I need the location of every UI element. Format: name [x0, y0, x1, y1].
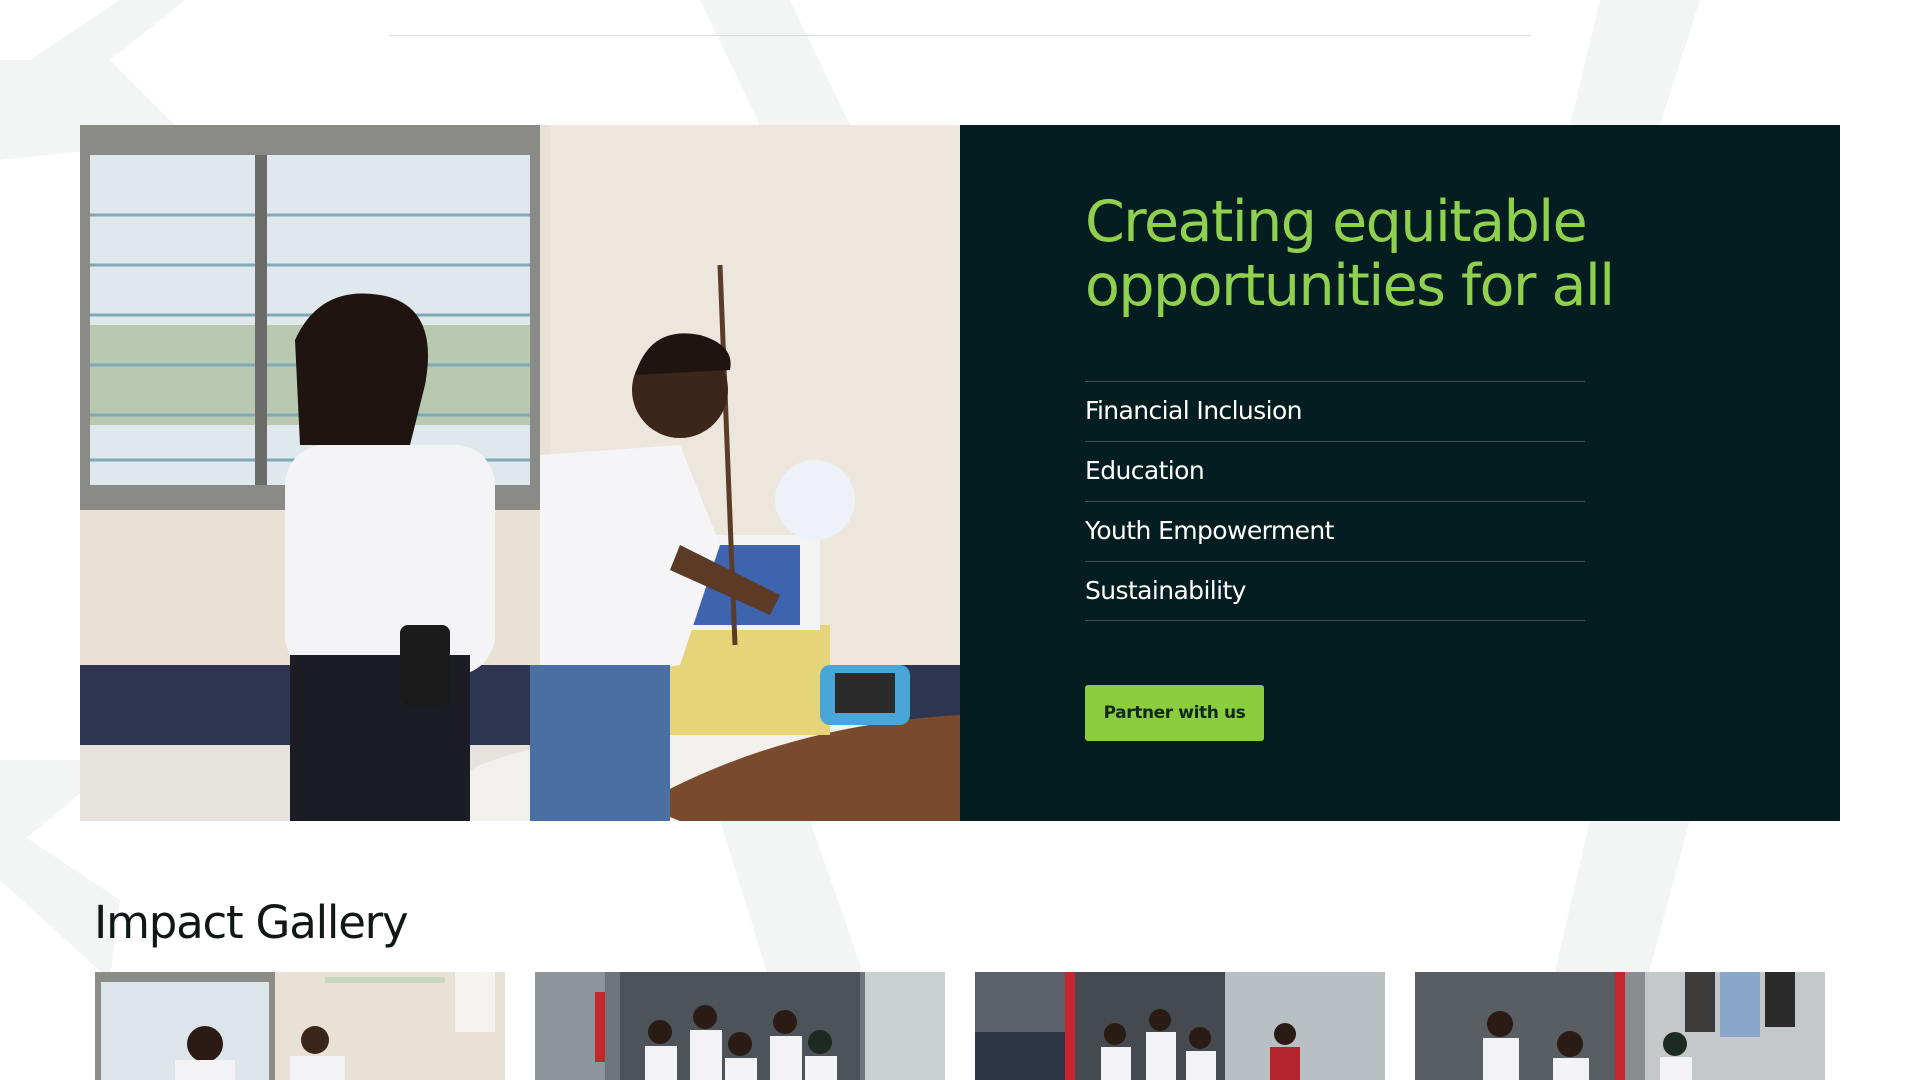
hospital-visit-photo-icon	[95, 972, 505, 1080]
team-market-photo-icon	[975, 972, 1385, 1080]
top-divider	[389, 35, 1531, 36]
hospital-donation-photo-icon	[80, 125, 960, 821]
hero-title-line1: Creating equitable	[1085, 189, 1588, 255]
focus-area-item: Financial Inclusion	[1085, 381, 1585, 441]
focus-area-item: Sustainability	[1085, 561, 1585, 621]
focus-area-list: Financial Inclusion Education Youth Empo…	[1085, 381, 1585, 621]
focus-area-item: Youth Empowerment	[1085, 501, 1585, 561]
team-shop-photo-icon	[1415, 972, 1825, 1080]
partner-with-us-button[interactable]: Partner with us	[1085, 685, 1264, 741]
focus-area-item: Education	[1085, 441, 1585, 501]
hero-panel: Creating equitable opportunities for all…	[960, 125, 1840, 821]
hero-title: Creating equitable opportunities for all	[1085, 190, 1705, 318]
hero-photo	[80, 125, 960, 821]
gallery-item-team-market[interactable]	[975, 972, 1385, 1080]
hero-section: Creating equitable opportunities for all…	[80, 125, 1840, 821]
gallery-item-hospital-visit[interactable]	[95, 972, 505, 1080]
team-container-photo-icon	[535, 972, 945, 1080]
hero-title-line2: opportunities for all	[1085, 253, 1615, 319]
impact-gallery	[95, 972, 1825, 1080]
gallery-item-team-container[interactable]	[535, 972, 945, 1080]
gallery-item-team-shop[interactable]	[1415, 972, 1825, 1080]
gallery-title: Impact Gallery	[94, 896, 409, 949]
